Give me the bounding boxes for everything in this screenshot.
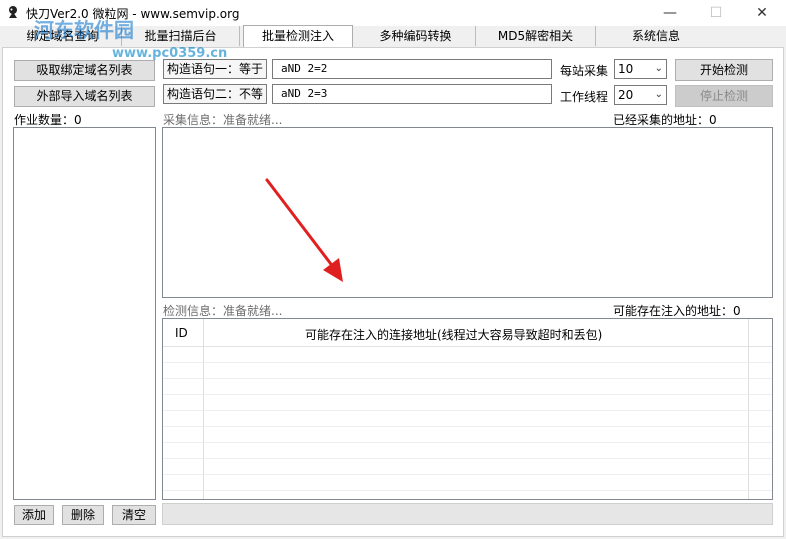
detect-status: 检测信息：准备就绪... (163, 304, 283, 318)
tab-md5[interactable]: MD5解密相关 (476, 26, 596, 46)
close-button[interactable]: ✕ (739, 0, 785, 26)
per-site-label: 每站采集 (560, 64, 609, 78)
collected-count-label: 已经采集的地址：0 (613, 113, 717, 127)
row-line (163, 426, 772, 427)
job-count-label: 作业数量：0 (14, 113, 82, 127)
stmt1-label: 构造语句一：等于 (163, 59, 267, 79)
stmt2-label: 构造语句二：不等 (163, 84, 267, 104)
collected-url-list[interactable] (162, 127, 773, 298)
collect-status: 采集信息：准备就绪... (163, 113, 283, 127)
header-divider (163, 346, 772, 347)
row-line (163, 442, 772, 443)
tab-encoding[interactable]: 多种编码转换 (356, 26, 476, 46)
clear-button[interactable]: 清空 (112, 505, 156, 525)
column-header-url[interactable]: 可能存在注入的连接地址(线程过大容易导致超时和丢包) (305, 326, 602, 343)
threads-label: 工作线程 (560, 90, 609, 104)
threads-select[interactable]: 20 ⌄ (614, 85, 667, 105)
stop-check-button[interactable]: 停止检测 (675, 85, 773, 107)
threads-value: 20 (618, 88, 634, 102)
column-header-id[interactable]: ID (175, 326, 188, 340)
maximize-button[interactable]: ☐ (693, 0, 739, 26)
fetch-domains-button[interactable]: 吸取绑定域名列表 (14, 60, 155, 81)
stmt1-input[interactable]: aND 2=2 (272, 59, 552, 79)
row-line (163, 410, 772, 411)
stmt2-input[interactable]: aND 2=3 (272, 84, 552, 104)
tab-injection-check[interactable]: 批量检测注入 (243, 25, 353, 47)
per-site-value: 10 (618, 62, 634, 76)
status-bar (162, 503, 773, 525)
start-check-button[interactable]: 开始检测 (675, 59, 773, 81)
injectable-count-label: 可能存在注入的地址：0 (613, 304, 741, 318)
delete-button[interactable]: 删除 (62, 505, 104, 525)
add-button[interactable]: 添加 (14, 505, 54, 525)
tab-system-info[interactable]: 系统信息 (596, 26, 716, 46)
chevron-down-icon: ⌄ (654, 89, 663, 100)
injectable-url-table[interactable]: ID 可能存在注入的连接地址(线程过大容易导致超时和丢包) (162, 318, 773, 500)
import-domains-button[interactable]: 外部导入域名列表 (14, 86, 155, 107)
row-line (163, 378, 772, 379)
tab-admin-scan[interactable]: 批量扫描后台 (122, 26, 240, 46)
per-site-select[interactable]: 10 ⌄ (614, 59, 667, 79)
row-line (163, 458, 772, 459)
row-line (163, 394, 772, 395)
chevron-down-icon: ⌄ (654, 63, 663, 74)
minimize-button[interactable]: — (647, 0, 693, 26)
domain-list[interactable] (13, 127, 156, 500)
row-line (163, 362, 772, 363)
row-line (163, 490, 772, 491)
row-line (163, 474, 772, 475)
app-icon (9, 6, 17, 18)
red-arrow-annotation (265, 178, 343, 282)
watermark: 河东软件园 (34, 18, 134, 42)
